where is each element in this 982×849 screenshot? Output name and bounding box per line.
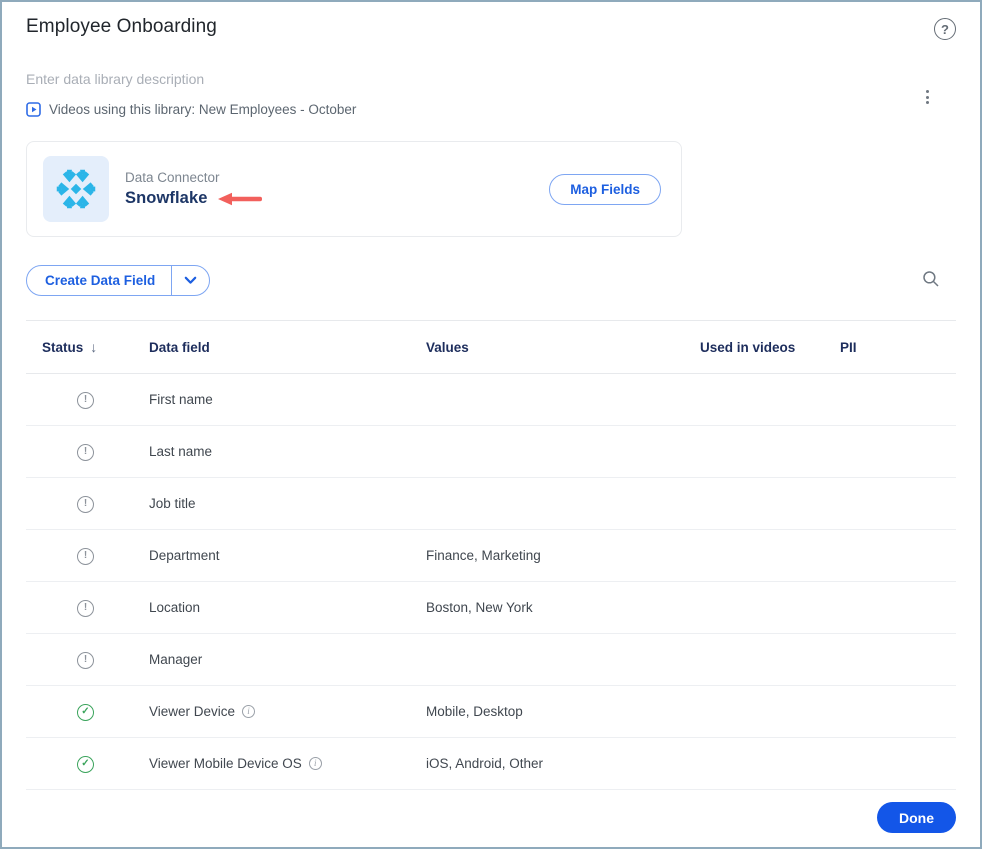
data-field-name: Location — [149, 600, 201, 615]
chevron-down-icon — [184, 276, 197, 285]
status-alert-icon — [77, 391, 94, 409]
map-fields-button[interactable]: Map Fields — [549, 173, 661, 205]
table-row[interactable]: Job title — [26, 478, 956, 530]
data-field-cell: Last name — [149, 444, 426, 459]
data-field-name: Viewer Device — [149, 704, 236, 719]
status-alert-icon — [77, 651, 94, 669]
status-alert-icon — [77, 547, 94, 565]
data-connector-card: Data Connector Snowflake Map Fields — [26, 141, 682, 237]
status-alert-icon — [77, 599, 94, 617]
column-header-values[interactable]: Values — [426, 340, 700, 355]
connector-type-label: Data Connector — [125, 170, 220, 185]
table-row[interactable]: Last name — [26, 426, 956, 478]
status-cell — [26, 650, 149, 669]
snowflake-logo — [43, 156, 109, 222]
status-alert-icon — [77, 495, 94, 513]
page-title: Employee Onboarding — [26, 16, 217, 37]
info-icon — [242, 705, 256, 718]
data-field-cell: Job title — [149, 496, 426, 511]
page-footer: Done — [2, 790, 980, 833]
status-cell — [26, 598, 149, 617]
help-button[interactable]: ? — [934, 18, 956, 40]
status-ok-icon — [77, 755, 94, 773]
status-cell — [26, 442, 149, 461]
more-menu-button[interactable] — [918, 86, 936, 108]
connector-name: Snowflake — [125, 189, 208, 207]
help-icon: ? — [941, 21, 949, 37]
search-icon — [922, 270, 940, 288]
done-button[interactable]: Done — [877, 802, 956, 833]
values-cell: Finance, Marketing — [426, 548, 541, 563]
toolbar: Create Data Field — [26, 265, 956, 296]
data-field-cell: First name — [149, 392, 426, 407]
values-cell: iOS, Android, Other — [426, 756, 544, 771]
column-header-pii[interactable]: PII — [840, 340, 956, 355]
status-cell — [26, 702, 149, 721]
data-field-name: Job title — [149, 496, 196, 511]
status-cell — [26, 494, 149, 513]
table-row[interactable]: First name — [26, 374, 956, 426]
values-cell: Boston, New York — [426, 600, 533, 615]
data-field-name: Viewer Mobile Device OS — [149, 756, 302, 771]
data-field-name: First name — [149, 392, 213, 407]
sort-descending-icon: ↓ — [90, 339, 98, 355]
create-data-field-button[interactable]: Create Data Field — [27, 266, 171, 295]
employee-onboarding-panel: Employee Onboarding ? Enter data library… — [0, 0, 982, 849]
data-field-cell: Department — [149, 548, 426, 563]
table-row[interactable]: Location Boston, New York — [26, 582, 956, 634]
data-field-cell: Location — [149, 600, 426, 615]
description-input[interactable]: Enter data library description — [26, 71, 666, 87]
info-icon — [308, 757, 322, 770]
data-field-name: Department — [149, 548, 220, 563]
data-field-cell: Manager — [149, 652, 426, 667]
status-ok-icon — [77, 703, 94, 721]
table-row[interactable]: Department Finance, Marketing — [26, 530, 956, 582]
column-header-label: Status — [42, 339, 84, 355]
table-row[interactable]: Viewer Device Mobile, Desktop — [26, 686, 956, 738]
table-row[interactable]: Viewer Mobile Device OS iOS, Android, Ot… — [26, 738, 956, 790]
column-header-data-field[interactable]: Data field — [149, 340, 426, 355]
status-cell — [26, 754, 149, 773]
column-header-used-in-videos[interactable]: Used in videos — [700, 340, 840, 355]
data-field-cell: Viewer Device — [149, 704, 426, 719]
data-field-cell: Viewer Mobile Device OS — [149, 756, 426, 771]
values-cell: Mobile, Desktop — [426, 704, 523, 719]
connector-text: Data Connector Snowflake — [125, 170, 549, 208]
video-play-icon — [26, 102, 41, 117]
create-data-field-menu-button[interactable] — [171, 266, 209, 295]
status-cell — [26, 390, 149, 409]
page-header: Employee Onboarding ? — [26, 16, 956, 40]
status-alert-icon — [77, 443, 94, 461]
videos-using-library: Videos using this library: New Employees… — [26, 102, 956, 117]
column-header-status[interactable]: Status ↓ — [26, 339, 149, 355]
data-field-name: Last name — [149, 444, 213, 459]
data-field-name: Manager — [149, 652, 203, 667]
table-body: First name Last name Job title — [2, 374, 980, 790]
annotation-arrow-icon — [217, 192, 262, 206]
videos-note-text: Videos using this library: New Employees… — [49, 102, 357, 117]
data-fields-table: Status ↓ Data field Values Used in video… — [2, 320, 980, 790]
table-row[interactable]: Manager — [26, 634, 956, 686]
table-header-row: Status ↓ Data field Values Used in video… — [26, 320, 956, 374]
status-cell — [26, 546, 149, 565]
search-button[interactable] — [918, 266, 944, 295]
create-data-field-split-button: Create Data Field — [26, 265, 211, 296]
